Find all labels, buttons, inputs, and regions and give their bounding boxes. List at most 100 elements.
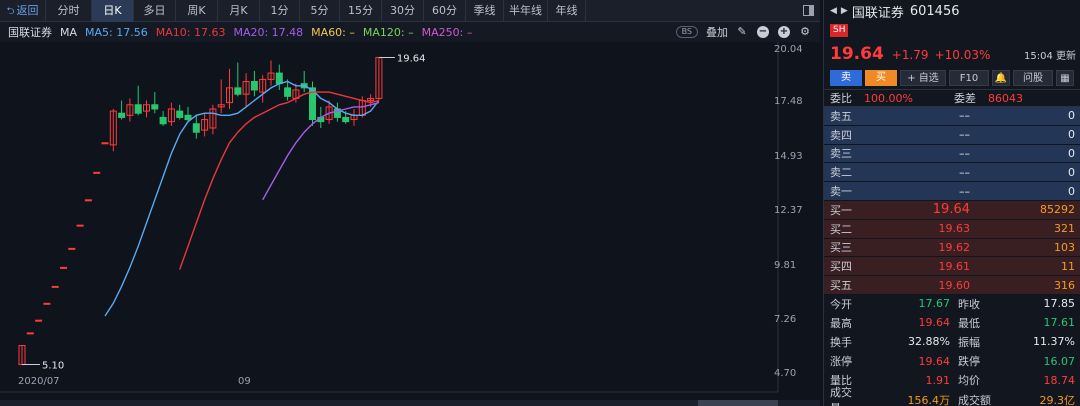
quote-stock-name: 国联证券 (851, 5, 904, 21)
sell-row-3[interactable]: 卖三 –– 0 (824, 144, 1080, 164)
tab-30min[interactable]: 30分 (382, 0, 424, 22)
add-watchlist-button[interactable]: + 自选 (900, 70, 946, 86)
kline-chart[interactable]: 19.64 5.10 20.04 17.48 14.93 12.37 9.81 7… (0, 42, 820, 406)
weicha-value: 86043 (988, 91, 1023, 105)
candle-body (192, 123, 200, 133)
ma5-value: MA5: 17.56 (85, 25, 148, 39)
ma-label: MA (60, 25, 78, 39)
candle-body (159, 116, 167, 125)
sell-row-4[interactable]: 卖四 –– 0 (824, 125, 1080, 145)
sell-button[interactable]: 卖 (830, 70, 862, 86)
zoom-out-icon[interactable]: − (757, 26, 769, 38)
ma-line-ma20 (262, 101, 380, 201)
chart-scrollbar[interactable] (0, 400, 820, 406)
y-tick: 14.93 (774, 151, 803, 162)
tab-multi-day[interactable]: 多日 (134, 0, 176, 22)
y-tick: 9.81 (774, 260, 797, 271)
ma10-value: MA10: 17.63 (155, 25, 226, 39)
candle-body (84, 199, 92, 202)
tab-60min[interactable]: 60分 (424, 0, 466, 22)
candle-body (176, 110, 184, 118)
tab-1min[interactable]: 1分 (260, 0, 300, 22)
candle-body (68, 247, 76, 250)
bs-toggle[interactable]: BS (675, 26, 698, 38)
y-tick: 17.48 (774, 96, 803, 107)
y-tick: 12.37 (774, 205, 803, 216)
ask-stock-button[interactable]: 问股 (1013, 70, 1053, 86)
candle-body (118, 112, 126, 118)
weibi-label: 委比 (830, 92, 852, 105)
update-time: 15:04 更新 (1024, 51, 1076, 62)
sell-row-2[interactable]: 卖二 –– 0 (824, 163, 1080, 183)
y-tick: 4.70 (774, 368, 797, 379)
quote-panel: ◀ ▶ 国联证券 601456 SH 19.64 +1.79 +10.03% 1… (823, 0, 1080, 406)
back-button[interactable]: ⮌ 返回 (0, 0, 46, 22)
weicha-label: 委差 (954, 92, 976, 105)
tab-15min[interactable]: 15分 (340, 0, 382, 22)
buy-row-3[interactable]: 买三 19.62 103 (824, 238, 1080, 258)
x-tick: 09 (238, 376, 251, 387)
candle-body (151, 104, 159, 110)
high-price-label: 19.64 (397, 53, 426, 64)
tab-half-year[interactable]: 半年线 (504, 0, 548, 22)
price-change-pct: +10.03% (934, 48, 991, 62)
last-price: 19.64 (830, 44, 884, 64)
tab-5min[interactable]: 5分 (300, 0, 340, 22)
candle-body (234, 87, 242, 95)
tab-monthly-k[interactable]: 月K (218, 0, 260, 22)
buy-row-2[interactable]: 买二 19.63 321 (824, 219, 1080, 239)
back-arrow-icon: ⮌ (6, 6, 15, 17)
zoom-in-icon[interactable]: + (778, 26, 790, 38)
period-tab-bar: ⮌ 返回 分时 日K 多日 周K 月K 1分 5分 15分 30分 60分 季线 … (0, 0, 820, 22)
scrollbar-thumb[interactable] (698, 400, 778, 406)
candle-body (43, 302, 51, 305)
weibi-value: 100.00% (864, 91, 913, 105)
buy-row-4[interactable]: 买四 19.61 11 (824, 257, 1080, 277)
stat-row: 今开 17.67 昨收 17.85 (830, 297, 1075, 311)
buy-button[interactable]: 买 (865, 70, 897, 86)
candle-body (35, 319, 43, 322)
y-tick: 7.26 (774, 314, 797, 325)
low-price-label: 5.10 (42, 361, 64, 372)
candle-body (76, 224, 84, 227)
exchange-badge: SH (830, 24, 849, 37)
candle-body (101, 142, 109, 145)
buy-row-1[interactable]: 买一 19.64 85292 (824, 201, 1080, 220)
tab-daily-k[interactable]: 日K (92, 0, 134, 22)
sell-row-5[interactable]: 卖五 –– 0 (824, 107, 1080, 126)
ma120-value: MA120: – (362, 25, 414, 39)
ma250-value: MA250: – (421, 25, 473, 39)
sell-row-1[interactable]: 卖一 –– 0 (824, 182, 1080, 201)
quote-stock-code: 601456 (909, 3, 960, 19)
kline-svg[interactable]: 19.64 5.10 (0, 42, 820, 406)
tab-timeshare[interactable]: 分时 (46, 0, 92, 22)
draw-pencil-icon[interactable]: ✎ (736, 26, 748, 38)
stat-row: 量比 1.91 均价 18.74 (830, 373, 1075, 388)
prev-stock-icon[interactable]: ◀ (830, 6, 837, 16)
settings-gear-icon[interactable]: ⚙ (799, 26, 811, 38)
chart-header: 国联证券 MA MA5: 17.56 MA10: 17.63 MA20: 17.… (0, 22, 820, 42)
panel-toggle-icon[interactable] (803, 5, 814, 16)
more-grid-icon[interactable]: ▦ (1056, 70, 1074, 86)
tab-quarter[interactable]: 季线 (466, 0, 504, 22)
tab-weekly-k[interactable]: 周K (176, 0, 218, 22)
next-stock-icon[interactable]: ▶ (841, 6, 848, 16)
overlay-button[interactable]: 叠加 (706, 24, 728, 40)
candle-body (284, 87, 292, 97)
alert-bell-icon[interactable]: 🔔 (992, 70, 1010, 86)
x-tick: 2020/07 (18, 376, 60, 387)
candle-body (60, 266, 67, 269)
quote-stats: 今开 17.67 昨收 17.85 最高 19.64 最低 17.61 换手 32.88% 振幅… (824, 294, 1080, 406)
price-change: +1.79 (891, 48, 929, 62)
candle-body (275, 72, 283, 85)
ma60-value: MA60: – (311, 25, 355, 39)
candle-body (184, 114, 192, 121)
stat-row: 最高 19.64 最低 17.61 (830, 316, 1075, 330)
sell-book: 卖五 –– 0 卖四 –– 0 卖三 –– 0 卖二 –– 0 卖一 –– 0 (824, 107, 1080, 201)
buy-row-5[interactable]: 买五 19.60 316 (824, 276, 1080, 295)
f10-button[interactable]: F10 (949, 70, 989, 86)
tab-year[interactable]: 年线 (548, 0, 586, 22)
candle-body (26, 332, 34, 335)
candle-body (51, 285, 59, 288)
stat-row: 换手 32.88% 振幅 11.37% (830, 335, 1075, 349)
